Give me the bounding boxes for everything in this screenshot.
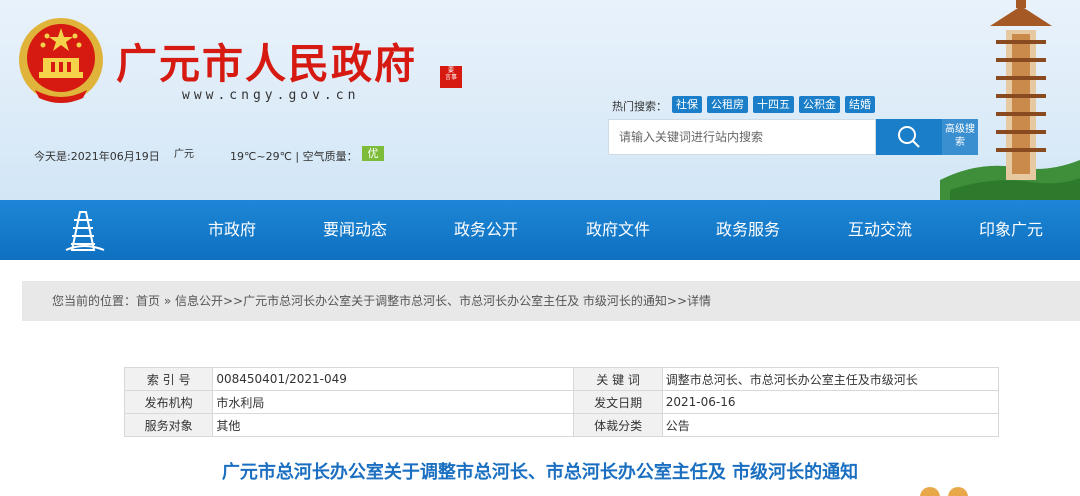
nav-item-government-services[interactable]: 政务服务 [716,200,780,260]
hot-tag-social-security[interactable]: 社保 [672,96,702,113]
keywords-label: 关 键 词 [573,367,663,391]
document-info-table: 索 引 号 008450401/2021-049 关 键 词 调整市总河长、市总… [123,367,1000,437]
hot-tag-marriage[interactable]: 结婚 [845,96,875,113]
genre-value: 公告 [661,413,1000,437]
nav-item-government-documents[interactable]: 政府文件 [586,200,650,260]
weather-info: 19℃~29℃ | 空气质量： [230,150,358,163]
hot-search-label: 热门搜索： [612,100,667,113]
issue-date-label: 发文日期 [573,390,663,414]
publisher-label: 发布机构 [123,390,214,414]
current-date: 今天是:2021年06月19日 [34,150,160,163]
hot-search-tags: 社保 公租房 十四五 公积金 结婚 [672,96,875,113]
audience-value: 其他 [212,413,575,437]
site-header: 广元市人民政府 要言事 www.cngy.gov.cn 今天是:2021年06月… [0,0,1080,200]
nav-item-city-government[interactable]: 市政府 [208,200,256,260]
hot-tag-housing-fund[interactable]: 公积金 [799,96,840,113]
floating-tools [920,487,968,496]
document-title: 广元市总河长办公室关于调整市总河长、市总河长办公室主任及 市级河长的通知 [221,462,859,483]
keywords-value: 调整市总河长、市总河长办公室主任及市级河长 [661,367,1000,391]
genre-label: 体裁分类 [573,413,663,437]
tower-illustration [940,0,1080,200]
breadcrumb-text[interactable]: 您当前的位置：首页 » 信息公开>>广元市总河长办公室关于调整市总河长、市总河长… [52,281,711,321]
tower-logo-icon [65,211,105,251]
nav-item-government-affairs[interactable]: 政务公开 [454,200,518,260]
breadcrumb: 您当前的位置：首页 » 信息公开>>广元市总河长办公室关于调整市总河长、市总河长… [22,281,1080,321]
audience-label: 服务对象 [123,413,214,437]
nav-item-impression[interactable]: 印象广元 [979,200,1043,260]
table-row: 发布机构 市水利局 发文日期 2021-06-16 [123,390,1000,414]
air-quality-badge: 优 [362,146,384,161]
site-url: www.cngy.gov.cn [182,88,360,103]
seal-stamp-icon: 要言事 [440,66,462,88]
publisher-value: 市水利局 [212,390,575,414]
nav-item-news[interactable]: 要闻动态 [323,200,387,260]
font-size-icon[interactable] [920,487,940,496]
weather-city: 广元 [174,149,194,160]
search-input[interactable]: 请输入关键词进行站内搜索 [608,119,876,155]
main-nav: 市政府 要闻动态 政务公开 政府文件 政务服务 互动交流 印象广元 [0,200,1080,260]
search-icon [898,126,920,148]
hot-tag-14th-five[interactable]: 十四五 [753,96,794,113]
table-row: 索 引 号 008450401/2021-049 关 键 词 调整市总河长、市总… [123,367,1000,391]
nav-item-interaction[interactable]: 互动交流 [848,200,912,260]
index-number-label: 索 引 号 [123,367,214,391]
share-icon[interactable] [948,487,968,496]
table-row: 服务对象 其他 体裁分类 公告 [123,413,1000,437]
national-emblem-icon [19,18,103,103]
search-button[interactable] [876,119,942,155]
index-number-value: 008450401/2021-049 [212,367,575,391]
issue-date-value: 2021-06-16 [661,390,1000,414]
hot-tag-public-housing[interactable]: 公租房 [707,96,748,113]
site-title[interactable]: 广元市人民政府 [116,30,417,90]
